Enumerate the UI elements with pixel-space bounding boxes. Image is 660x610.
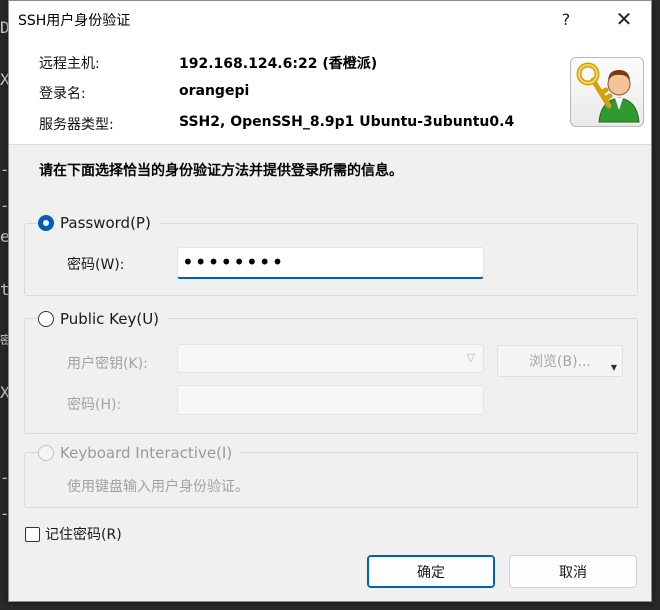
chevron-down-icon: ▽ [466,351,475,364]
help-button[interactable]: ? [543,1,589,37]
passphrase-label: 密码(H): [67,397,122,413]
browse-button[interactable]: 浏览(B)... ▼ [497,345,623,377]
keyboard-interactive-radio-label: Keyboard Interactive(I) [60,444,233,462]
connection-info-header: 远程主机: 192.168.124.6:22 (香橙派) 登录名: orange… [9,37,651,145]
public-key-radio-label: Public Key(U) [60,310,160,328]
user-key-label: 用户密钥(K): [67,356,148,372]
login-name-value: orangepi [179,83,250,99]
password-input[interactable]: •••••••• [177,247,484,279]
title-bar[interactable]: SSH用户身份验证 ? ✕ [9,1,651,37]
public-key-radio[interactable] [38,311,54,327]
help-icon: ? [561,9,571,29]
password-radio-label: Password(P) [60,214,151,232]
remember-password-label: 记住密码(R) [45,527,122,543]
remember-password-checkbox[interactable] [25,526,40,542]
instruction-text: 请在下面选择恰当的身份验证方法并提供登录所需的信息。 [39,163,403,179]
password-radio-option[interactable]: Password(P) [38,214,159,232]
keyboard-interactive-radio[interactable] [38,445,54,461]
browse-button-label: 浏览(B)... [529,354,591,370]
login-name-label: 登录名: [39,86,86,102]
public-key-radio-option[interactable]: Public Key(U) [38,310,168,328]
ok-button[interactable]: 确定 [367,555,495,588]
remote-host-value: 192.168.124.6:22 (香橙派) [179,56,378,72]
server-type-label: 服务器类型: [39,117,114,133]
user-key-icon [570,57,644,127]
remote-host-label: 远程主机: [39,56,100,72]
keyboard-interactive-radio-option[interactable]: Keyboard Interactive(I) [38,444,241,462]
remember-password-option[interactable]: 记住密码(R) [25,524,122,544]
user-key-dropdown[interactable]: ▽ [177,344,484,373]
password-radio[interactable] [38,215,54,231]
close-button[interactable]: ✕ [601,1,647,37]
dropdown-arrow-icon: ▼ [610,363,617,372]
window-title: SSH用户身份验证 [18,13,131,29]
server-type-value: SSH2, OpenSSH_8.9p1 Ubuntu-3ubuntu0.4 [179,114,515,130]
password-field-label: 密码(W): [67,257,125,273]
keyboard-interactive-description: 使用键盘输入用户身份验证。 [67,479,249,495]
close-icon: ✕ [615,7,633,31]
passphrase-input[interactable] [177,385,484,415]
cancel-button[interactable]: 取消 [509,555,637,588]
ssh-auth-dialog: SSH用户身份验证 ? ✕ 远程主机: 192.168.124.6:22 (香橙… [8,0,652,602]
